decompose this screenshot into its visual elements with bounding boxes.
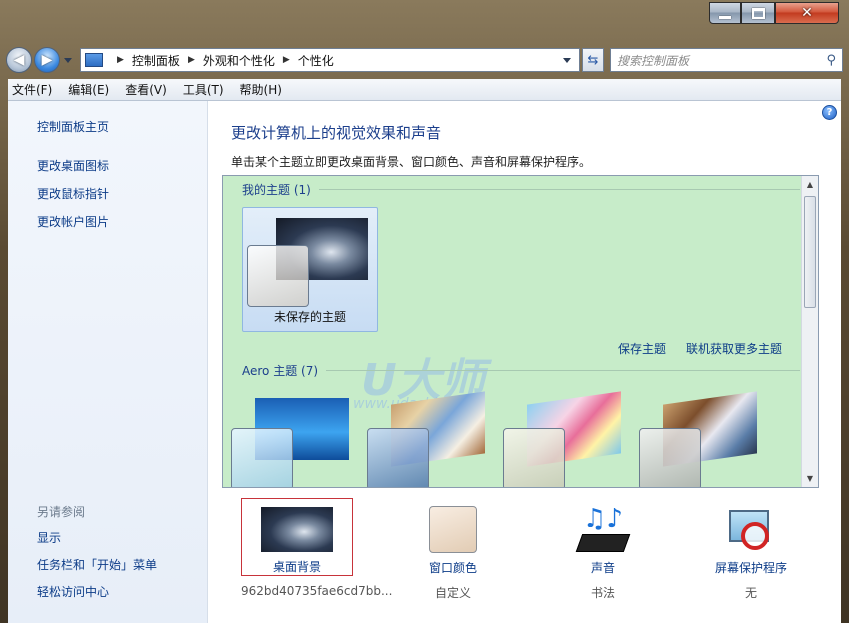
maximize-button[interactable]: [741, 2, 775, 24]
sounds-frame: ♫♪ 声音: [538, 498, 668, 576]
search-icon[interactable]: ⚲: [826, 53, 836, 68]
scroll-up-icon[interactable]: ▲: [802, 176, 818, 193]
aero-themes-title: Aero 主题 (7): [242, 364, 319, 378]
theme-list[interactable]: 我的主题 (1) 未保存的主题 U大师 www.udashi.com 保存主题 …: [222, 175, 819, 488]
see-also-ease-of-access[interactable]: 轻松访问中心: [37, 583, 157, 600]
aero-theme-landscapes[interactable]: [635, 391, 757, 487]
theme-actions: 保存主题 联机获取更多主题: [618, 340, 782, 357]
sidebar-change-mouse-pointers[interactable]: 更改鼠标指针: [37, 185, 207, 202]
sounds-item[interactable]: ♫♪ 声音 书法: [538, 498, 668, 601]
my-themes-header: 我的主题 (1): [242, 181, 800, 198]
save-theme-link[interactable]: 保存主题: [618, 340, 666, 357]
minimize-button[interactable]: [709, 2, 741, 24]
forward-button[interactable]: ▶: [34, 47, 60, 73]
screensaver-frame: 屏幕保护程序: [686, 498, 816, 576]
see-also-display[interactable]: 显示: [37, 529, 157, 546]
sounds-value: 书法: [590, 586, 615, 600]
screensaver-item[interactable]: 屏幕保护程序 无: [686, 498, 816, 601]
navigation-bar: ◀ ▶ ▶ 控制面板 ▶ 外观和个性化 ▶ 个性化 ⇆ 搜索控制面板 ⚲: [6, 44, 843, 76]
desktop-background-label[interactable]: 桌面背景: [273, 558, 321, 575]
control-panel-icon: [85, 53, 103, 67]
menu-bar: 文件(F) 编辑(E) 查看(V) 工具(T) 帮助(H): [8, 79, 841, 101]
content-area: 控制面板主页 更改桌面图标 更改鼠标指针 更改帐户图片 另请参阅 显示 任务栏和…: [8, 101, 841, 623]
desktop-background-item[interactable]: 桌面背景 962bd40735fae6cd7bb...: [241, 498, 393, 598]
aero-glass-swatch: [639, 428, 701, 487]
my-themes-title: 我的主题 (1): [242, 183, 311, 197]
desktop-background-thumbnail: [261, 507, 333, 552]
unsaved-theme-label: 未保存的主题: [273, 310, 346, 324]
unsaved-theme-tile[interactable]: 未保存的主题: [242, 207, 378, 332]
personalization-window: ✕ ◀ ▶ ▶ 控制面板 ▶ 外观和个性化 ▶ 个性化 ⇆ 搜索控制面板 ⚲ 文…: [0, 0, 849, 623]
close-button[interactable]: ✕: [775, 2, 839, 24]
menu-help[interactable]: 帮助(H): [240, 81, 282, 98]
sidebar: 控制面板主页 更改桌面图标 更改鼠标指针 更改帐户图片 另请参阅 显示 任务栏和…: [8, 101, 208, 623]
window-color-frame: 窗口颜色: [388, 498, 518, 576]
refresh-button[interactable]: ⇆: [582, 48, 604, 72]
scroll-down-icon[interactable]: ▼: [802, 470, 818, 487]
minimize-icon: [719, 15, 731, 19]
menu-edit[interactable]: 编辑(E): [68, 81, 109, 98]
group-divider: [326, 370, 800, 371]
window-color-label[interactable]: 窗口颜色: [429, 559, 477, 576]
see-also-heading: 另请参阅: [37, 505, 86, 519]
menu-view[interactable]: 查看(V): [125, 81, 167, 98]
window-color-item[interactable]: 窗口颜色 自定义: [388, 498, 518, 601]
sounds-icon: ♫♪: [575, 506, 631, 553]
see-also-links: 显示 任务栏和「开始」菜单 轻松访问中心: [37, 529, 157, 610]
aero-theme-architecture[interactable]: [363, 391, 485, 487]
aero-glass-swatch: [503, 428, 565, 487]
breadcrumb-appearance[interactable]: 外观和个性化: [203, 52, 275, 69]
music-note-icon: ♫♪: [583, 504, 623, 534]
recent-pages-dropdown[interactable]: [64, 57, 72, 63]
aero-theme-windows7[interactable]: [227, 392, 349, 487]
desktop-background-frame: 桌面背景: [241, 498, 353, 576]
aero-glass-swatch: [367, 428, 429, 487]
breadcrumb-separator-icon[interactable]: ▶: [117, 55, 124, 65]
see-also-taskbar-start-menu[interactable]: 任务栏和「开始」菜单: [37, 556, 157, 573]
window-color-value: 自定义: [434, 586, 471, 600]
search-input[interactable]: 搜索控制面板 ⚲: [610, 48, 843, 72]
help-icon[interactable]: ?: [822, 105, 837, 120]
group-divider: [318, 189, 800, 190]
theme-glass-swatch: [247, 245, 309, 307]
scroll-thumb[interactable]: [804, 196, 816, 308]
back-button[interactable]: ◀: [6, 47, 32, 73]
page-title: 更改计算机上的视觉效果和声音: [231, 124, 442, 142]
menu-file[interactable]: 文件(F): [12, 81, 52, 98]
keyboard-icon: [575, 534, 631, 552]
sidebar-change-desktop-icons[interactable]: 更改桌面图标: [37, 157, 207, 174]
main-pane: ? 更改计算机上的视觉效果和声音 单击某个主题立即更改桌面背景、窗口颜色、声音和…: [208, 101, 841, 623]
theme-settings-bar: 桌面背景 962bd40735fae6cd7bb... 窗口颜色 自定义 ♫♪ …: [208, 498, 841, 608]
screensaver-label[interactable]: 屏幕保护程序: [715, 559, 787, 576]
menu-tools[interactable]: 工具(T): [183, 81, 224, 98]
screensaver-icon: [725, 506, 777, 553]
breadcrumb-separator-icon[interactable]: ▶: [283, 55, 290, 65]
screensaver-value: 无: [744, 586, 757, 600]
page-subtitle: 单击某个主题立即更改桌面背景、窗口颜色、声音和屏幕保护程序。: [231, 155, 592, 169]
address-bar[interactable]: ▶ 控制面板 ▶ 外观和个性化 ▶ 个性化: [80, 48, 580, 72]
desktop-background-value: 962bd40735fae6cd7bb...: [241, 584, 393, 598]
aero-theme-characters[interactable]: [499, 391, 621, 487]
breadcrumb-control-panel[interactable]: 控制面板: [132, 52, 180, 69]
sidebar-change-account-picture[interactable]: 更改帐户图片: [37, 213, 207, 230]
breadcrumb-personalization[interactable]: 个性化: [298, 52, 334, 69]
aero-glass-swatch: [231, 428, 293, 487]
sounds-label[interactable]: 声音: [591, 559, 615, 576]
close-icon: ✕: [801, 5, 813, 21]
get-more-themes-online-link[interactable]: 联机获取更多主题: [686, 340, 782, 357]
breadcrumb-separator-icon[interactable]: ▶: [188, 55, 195, 65]
aero-themes-header: Aero 主题 (7): [242, 362, 800, 379]
no-symbol-icon: [741, 522, 769, 550]
window-color-swatch: [429, 506, 477, 553]
address-dropdown-icon[interactable]: [563, 57, 571, 63]
sidebar-control-panel-home[interactable]: 控制面板主页: [37, 118, 207, 135]
search-placeholder: 搜索控制面板: [617, 53, 690, 68]
theme-list-scrollbar[interactable]: ▲ ▼: [801, 176, 818, 487]
forward-arrow-icon: ▶: [41, 52, 53, 68]
caption-buttons: ✕: [709, 0, 839, 30]
maximize-icon: [751, 7, 765, 19]
back-arrow-icon: ◀: [13, 52, 25, 68]
refresh-icon: ⇆: [587, 52, 599, 68]
